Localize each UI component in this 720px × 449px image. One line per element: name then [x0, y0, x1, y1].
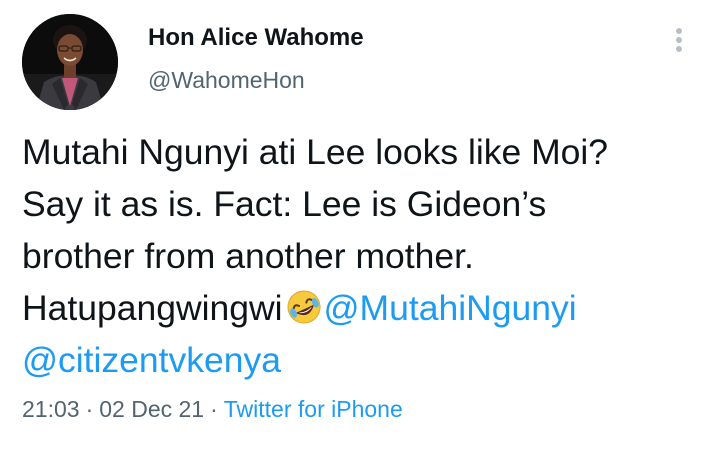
- tweet-time[interactable]: 21:03: [22, 396, 80, 422]
- meta-separator: ·: [85, 396, 94, 422]
- tweet-source[interactable]: Twitter for iPhone: [224, 396, 403, 422]
- tweet-line: brother from another mother.: [22, 236, 474, 276]
- more-vertical-icon[interactable]: [664, 22, 694, 58]
- more-dot: [676, 37, 682, 43]
- rolling-on-the-floor-laughing-emoji: [287, 290, 320, 324]
- meta-separator: ·: [210, 396, 218, 422]
- author-handle[interactable]: @WahomeHon: [148, 67, 305, 94]
- tweet-card: Hon Alice Wahome @WahomeHon Mutahi Nguny…: [0, 0, 720, 449]
- profile-photo: [22, 14, 118, 110]
- more-dot: [676, 28, 682, 34]
- author-name[interactable]: Hon Alice Wahome: [148, 24, 364, 52]
- tweet-date[interactable]: 02 Dec 21: [99, 396, 204, 422]
- mention-link[interactable]: @MutahiNgunyi: [324, 288, 577, 328]
- tweet-meta: 21:03 · 02 Dec 21 · Twitter for iPhone: [22, 396, 403, 423]
- tweet-line: Mutahi Ngunyi ati Lee looks like Moi?: [22, 132, 609, 172]
- more-dot: [676, 46, 682, 52]
- tweet-word: Hatupangwingwi: [22, 288, 283, 328]
- tweet-text: Mutahi Ngunyi ati Lee looks like Moi? Sa…: [22, 126, 712, 386]
- tweet-line: Hatupangwingwi @MutahiNgunyi: [22, 282, 712, 334]
- avatar[interactable]: [22, 14, 118, 110]
- mention-link[interactable]: @citizentvkenya: [22, 340, 281, 380]
- tweet-line: Say it as is. Fact: Lee is Gideon’s: [22, 184, 547, 224]
- tweet-line: @citizentvkenya: [22, 334, 712, 386]
